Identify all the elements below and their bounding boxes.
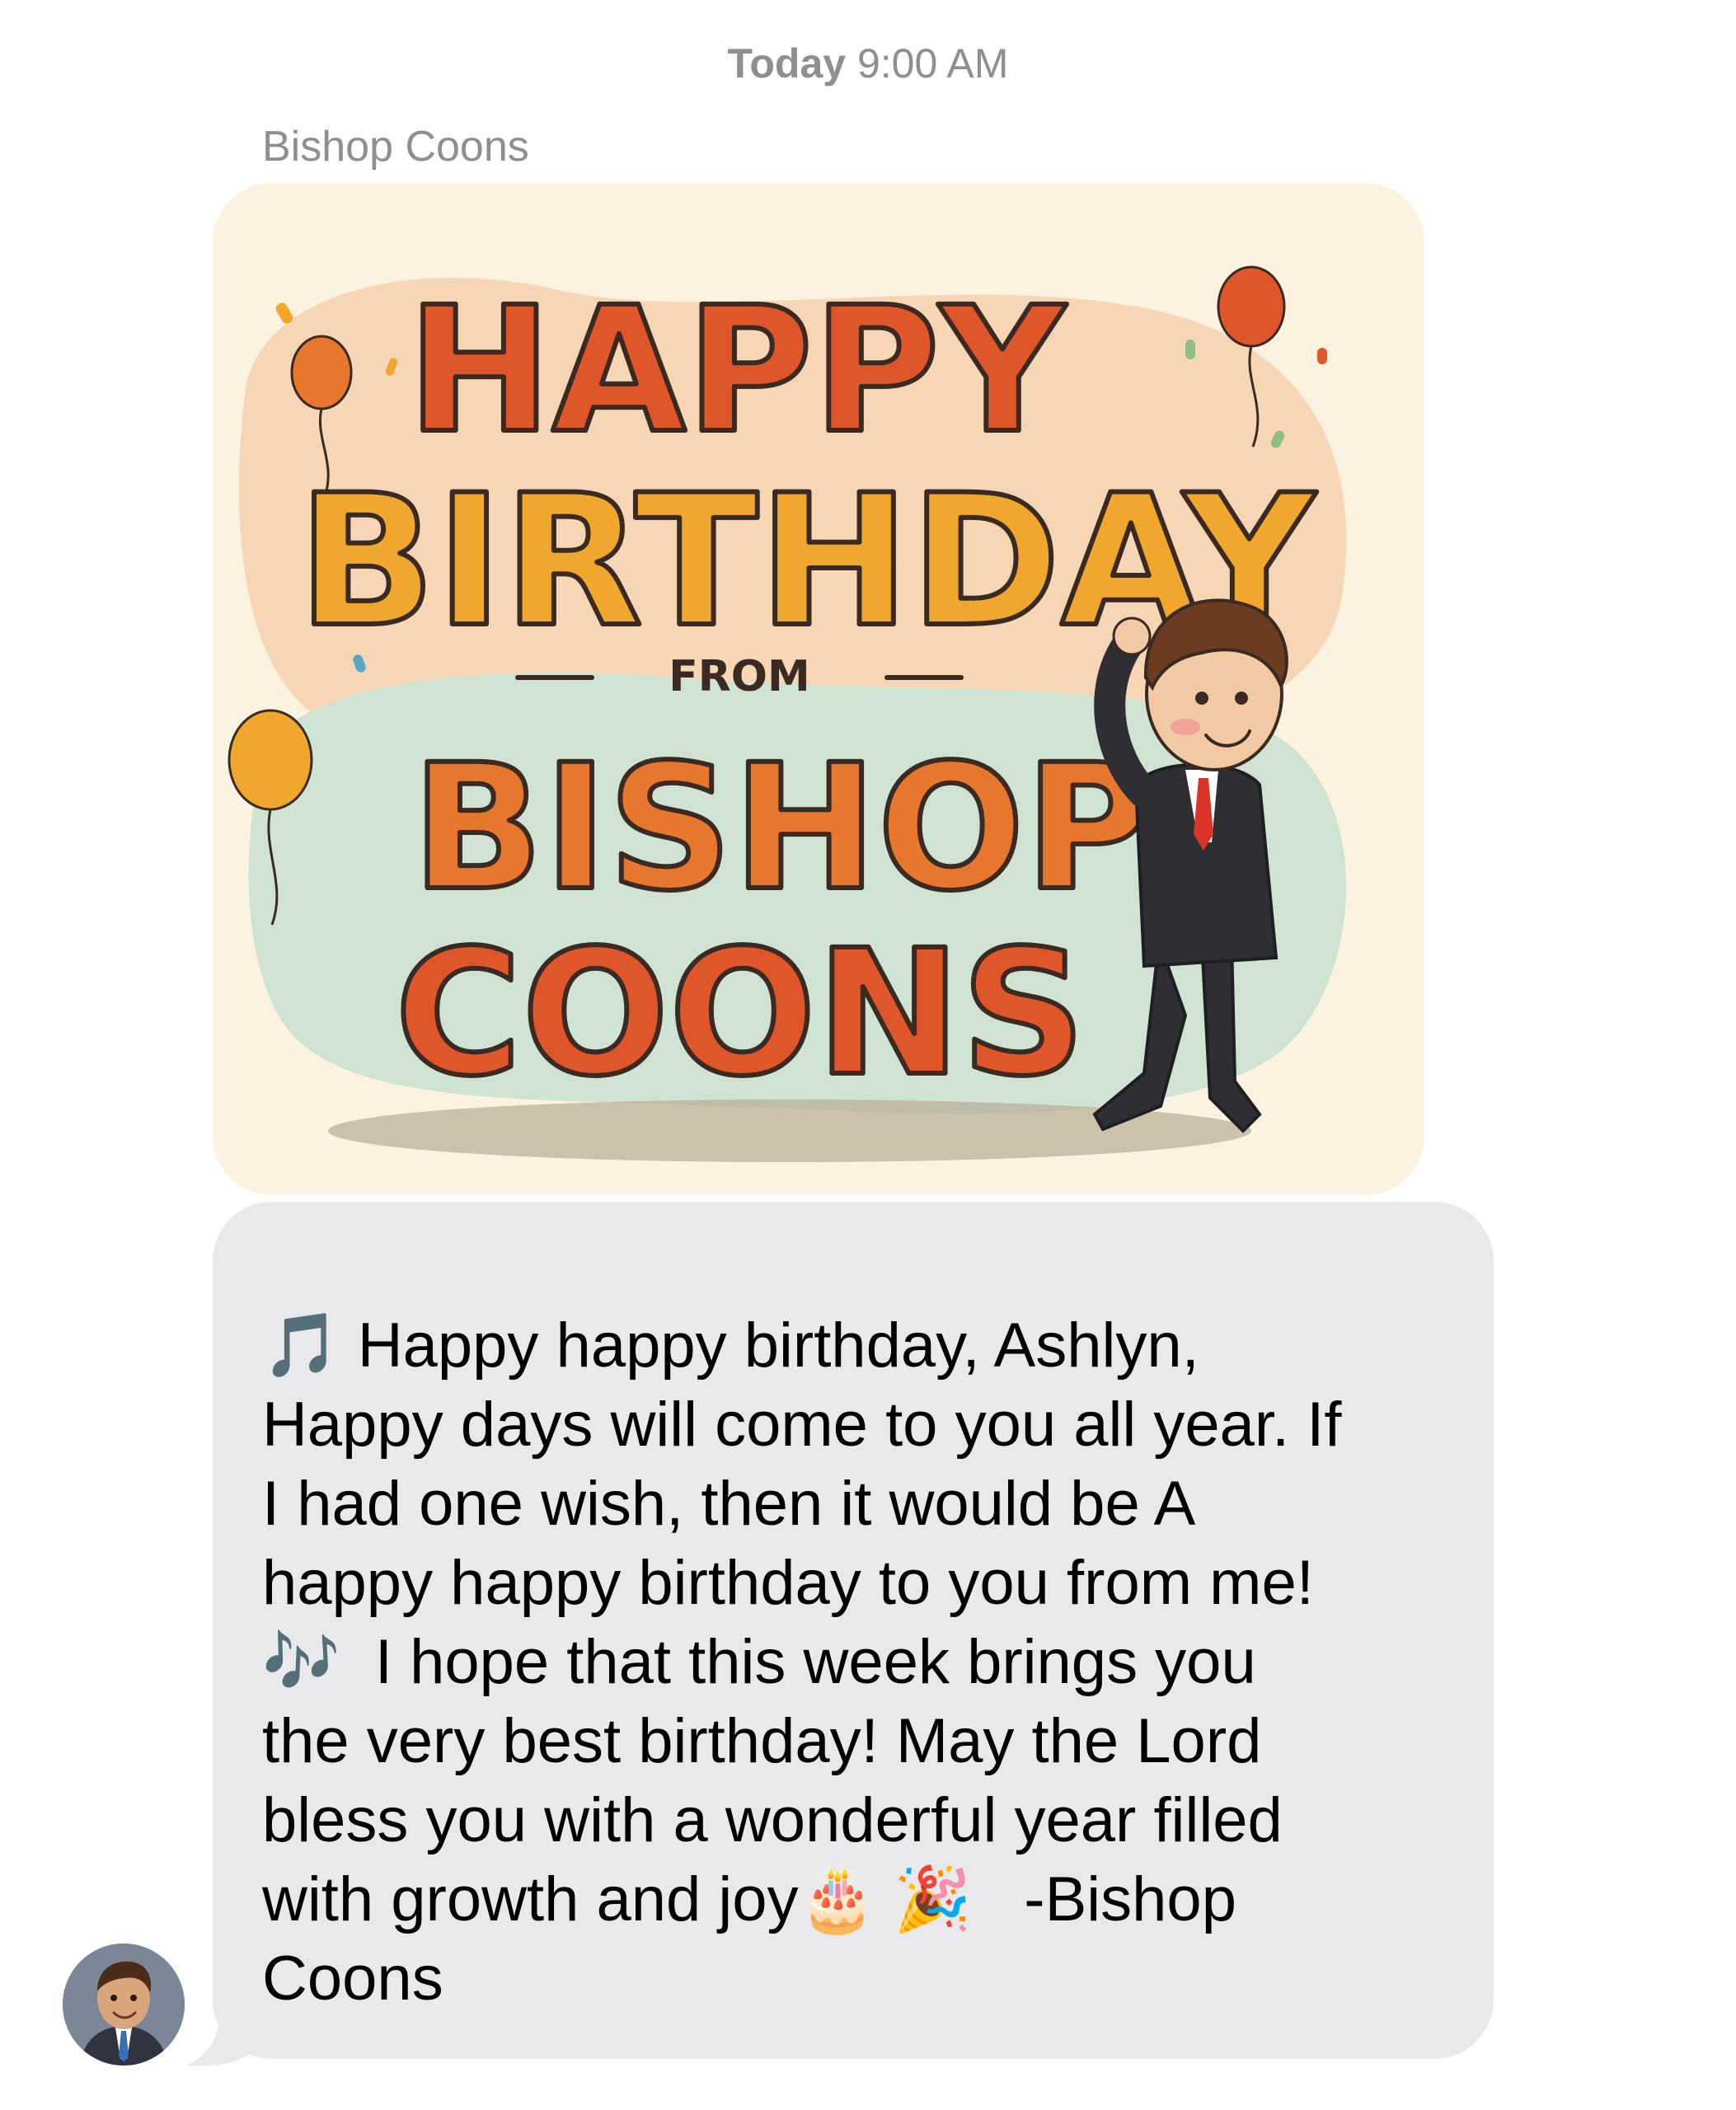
timestamp-day: Today [727, 40, 847, 87]
card-line-bishop: BISHOP [411, 727, 1152, 929]
message-timestamp: Today 9:00 AM [0, 40, 1736, 87]
card-line-happy: HAPPY [407, 270, 1067, 471]
memoji-avatar-icon [63, 1944, 185, 2065]
image-attachment[interactable]: HAPPY BIRTHDAY BISHOP COONS FROM [213, 183, 1424, 1195]
bubble-tail [186, 2003, 252, 2066]
birthday-card-image: HAPPY BIRTHDAY BISHOP COONS FROM [213, 183, 1424, 1195]
sender-avatar[interactable] [63, 1944, 185, 2065]
message-text: 🎵 Happy happy birthday, Ashlyn, Happy da… [262, 1311, 1342, 2014]
timestamp-time: 9:00 AM [856, 40, 1009, 87]
card-line-coons: COONS [395, 912, 1086, 1114]
card-line-from: FROM [669, 652, 810, 701]
sender-name: Bishop Coons [262, 123, 529, 171]
